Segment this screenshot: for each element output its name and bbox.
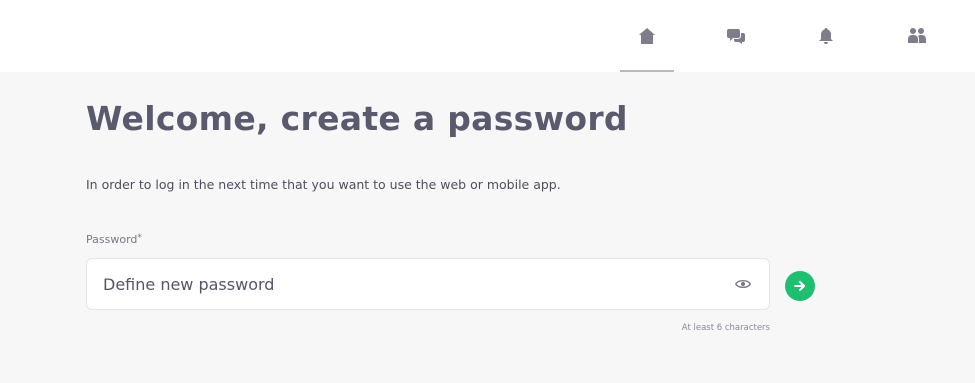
password-label: Password* — [86, 233, 142, 246]
password-field-container — [86, 258, 770, 310]
arrow-right-icon — [794, 280, 806, 292]
bell-icon — [819, 28, 833, 44]
nav-users-button[interactable] — [890, 0, 944, 72]
create-password-panel: Welcome, create a password In order to l… — [0, 72, 975, 383]
page-subtitle: In order to log in the next time that yo… — [86, 177, 561, 192]
password-hint: At least 6 characters — [681, 323, 770, 333]
password-input[interactable] — [101, 273, 733, 295]
submit-password-button[interactable] — [785, 271, 815, 301]
chat-icon — [727, 29, 745, 44]
nav-notifications-button[interactable] — [799, 0, 853, 72]
required-marker: * — [137, 233, 142, 243]
nav-home-button[interactable] — [620, 0, 674, 72]
top-navigation-bar — [0, 0, 975, 72]
page-title: Welcome, create a password — [86, 99, 628, 138]
home-icon — [639, 28, 655, 44]
password-label-text: Password — [86, 233, 138, 246]
users-icon — [908, 28, 926, 43]
show-password-toggle[interactable] — [733, 274, 753, 294]
nav-chat-button[interactable] — [709, 0, 763, 72]
eye-icon — [735, 279, 751, 289]
